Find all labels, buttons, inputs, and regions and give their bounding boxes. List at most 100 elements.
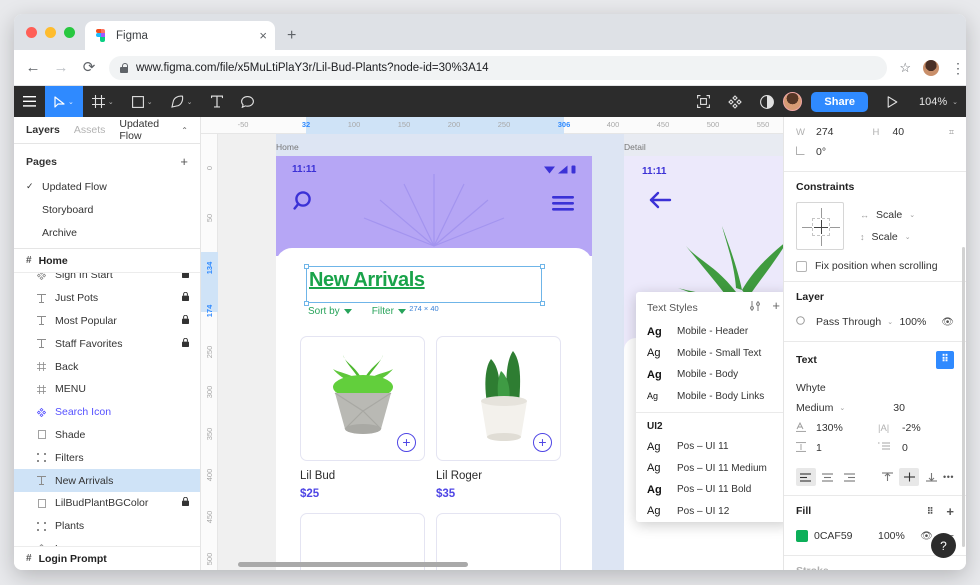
text-style-item[interactable]: Ag Pos – UI 11 Bold	[636, 479, 783, 501]
hamburger-icon[interactable]	[552, 196, 574, 216]
layer-item[interactable]: Logo	[14, 538, 200, 546]
fill-hex-value[interactable]: 0CAF59	[814, 530, 872, 542]
layer-item[interactable]: Plants	[14, 515, 200, 538]
layer-item[interactable]: MENU	[14, 378, 200, 401]
line-height-value[interactable]: 130%	[816, 422, 872, 434]
frame-tool-button[interactable]: ⌄	[83, 86, 123, 117]
shape-tool-button[interactable]: ⌄	[123, 86, 162, 117]
resize-handle-tl[interactable]	[304, 264, 309, 269]
tab-layers[interactable]: Layers	[26, 124, 60, 136]
page-item[interactable]: Storyboard	[14, 198, 200, 221]
layer-item[interactable]: Most Popular	[14, 310, 200, 333]
frame-label-home[interactable]: Home	[276, 142, 299, 152]
frame-header-home[interactable]: # Home	[14, 249, 200, 273]
profile-avatar[interactable]	[923, 59, 939, 76]
canvas-area[interactable]: -503210015020025030640045050055060065070…	[201, 117, 783, 570]
close-window-button[interactable]	[26, 26, 37, 38]
frame-header-login[interactable]: # Login Prompt	[14, 546, 200, 570]
product-card[interactable]: +	[300, 336, 425, 461]
user-avatar[interactable]	[783, 92, 803, 111]
height-value[interactable]: 40	[892, 126, 942, 138]
move-tool-caret[interactable]: ⌄	[68, 98, 74, 106]
paragraph-spacing-value[interactable]: 0	[902, 442, 908, 454]
components-button[interactable]	[719, 86, 751, 117]
text-styles-popover[interactable]: Text Styles + Ag Mobile - Header Ag Mobile …	[636, 292, 783, 522]
present-button[interactable]	[878, 86, 907, 117]
text-style-item[interactable]: Ag Pos – UI 11	[636, 436, 783, 458]
layer-item[interactable]: Sign In Start	[14, 273, 200, 287]
pen-tool-caret[interactable]: ⌄	[187, 98, 193, 106]
page-item[interactable]: ✓ Updated Flow	[14, 175, 200, 198]
lock-icon[interactable]	[182, 292, 190, 304]
frame-label-detail[interactable]: Detail	[624, 142, 646, 152]
lock-icon[interactable]	[182, 337, 190, 350]
resize-handle-br[interactable]	[540, 301, 545, 306]
lock-icon[interactable]	[182, 497, 190, 509]
text-style-item[interactable]: Ag Mobile - Small Text	[636, 343, 783, 365]
text-style-button[interactable]	[936, 351, 954, 369]
maximize-window-button[interactable]	[64, 26, 75, 38]
text-style-item[interactable]: Ag Mobile - Body	[636, 364, 783, 386]
layer-item[interactable]: Back	[14, 355, 200, 378]
pen-tool-button[interactable]: ⌄	[162, 86, 202, 117]
figma-canvas[interactable]: Home 11:11 New Arrivals Sort by Filter +…	[218, 134, 783, 570]
layer-opacity-value[interactable]: 100%	[899, 316, 926, 328]
align-bottom-button[interactable]	[921, 468, 941, 486]
resize-handle-tr[interactable]	[540, 264, 545, 269]
frame-tool-caret[interactable]: ⌄	[108, 98, 114, 106]
bookmark-star-icon[interactable]: ☆	[899, 60, 911, 76]
fix-position-row[interactable]: Fix position when scrolling	[796, 260, 954, 272]
zoom-level-control[interactable]: 104% ⌄	[919, 96, 958, 108]
theme-toggle-button[interactable]	[751, 86, 783, 117]
canvas-horizontal-scrollbar[interactable]	[238, 562, 468, 567]
font-size-value[interactable]: 30	[893, 402, 905, 414]
visibility-eye-icon[interactable]: 👁	[941, 317, 954, 328]
tab-assets[interactable]: Assets	[74, 124, 106, 136]
align-left-button[interactable]	[796, 468, 816, 486]
text-style-item[interactable]: Ag Mobile - Body Links	[636, 386, 783, 408]
minimize-window-button[interactable]	[45, 26, 56, 38]
font-weight-value[interactable]: Medium	[796, 402, 833, 414]
new-tab-button[interactable]: +	[275, 28, 306, 50]
back-button[interactable]: ←	[25, 60, 41, 75]
align-top-button[interactable]	[877, 468, 897, 486]
layer-item[interactable]: Search Icon	[14, 401, 200, 424]
move-tool-button[interactable]: ⌄	[45, 86, 83, 117]
resize-handle-bl[interactable]	[304, 301, 309, 306]
page-selector[interactable]: Updated Flow ⌃	[119, 118, 188, 142]
home-frame[interactable]: 11:11 New Arrivals Sort by Filter + Lil …	[276, 156, 592, 570]
align-center-button[interactable]	[818, 468, 838, 486]
filter-dropdown[interactable]: Filter	[372, 306, 406, 317]
letter-spacing-value[interactable]: -2%	[902, 422, 921, 434]
shape-tool-caret[interactable]: ⌄	[147, 98, 153, 106]
width-value[interactable]: 274	[816, 126, 866, 138]
layer-item[interactable]: Just Pots	[14, 287, 200, 310]
layer-item[interactable]: Shade	[14, 424, 200, 447]
add-page-button[interactable]: +	[180, 154, 188, 169]
right-panel-scrollbar[interactable]	[962, 247, 965, 547]
fill-style-button[interactable]: ⠿	[927, 506, 934, 517]
product-card[interactable]: +	[436, 336, 561, 461]
close-tab-icon[interactable]: ×	[259, 29, 267, 42]
text-tool-button[interactable]	[202, 86, 232, 117]
address-bar[interactable]: www.figma.com/file/x5MuLtiPlaY3r/Lil-Bud…	[109, 55, 888, 80]
comment-tool-button[interactable]	[232, 86, 263, 117]
align-middle-button[interactable]	[899, 468, 920, 486]
fill-color-swatch[interactable]	[796, 530, 808, 542]
page-item[interactable]: Archive	[14, 221, 200, 244]
fill-opacity-value[interactable]: 100%	[878, 530, 905, 542]
text-style-item[interactable]: Ag Pos – UI 11 Medium	[636, 458, 783, 480]
help-button[interactable]: ?	[931, 533, 956, 558]
text-style-item[interactable]: Ag Pos – UI 12	[636, 501, 783, 523]
constraints-widget[interactable]	[796, 202, 844, 250]
constrain-proportions-icon[interactable]: ⌗	[949, 127, 954, 138]
text-more-options-button[interactable]: •••	[943, 472, 954, 482]
rotation-value[interactable]: 0°	[816, 146, 872, 158]
lock-icon[interactable]	[182, 314, 190, 327]
browser-menu-icon[interactable]: ⋮	[951, 61, 965, 75]
layer-item[interactable]: Staff Favorites	[14, 332, 200, 355]
align-right-button[interactable]	[840, 468, 860, 486]
browser-tab-figma[interactable]: Figma ×	[85, 21, 275, 50]
add-to-cart-button[interactable]: +	[397, 433, 416, 452]
lock-icon[interactable]	[182, 273, 190, 281]
